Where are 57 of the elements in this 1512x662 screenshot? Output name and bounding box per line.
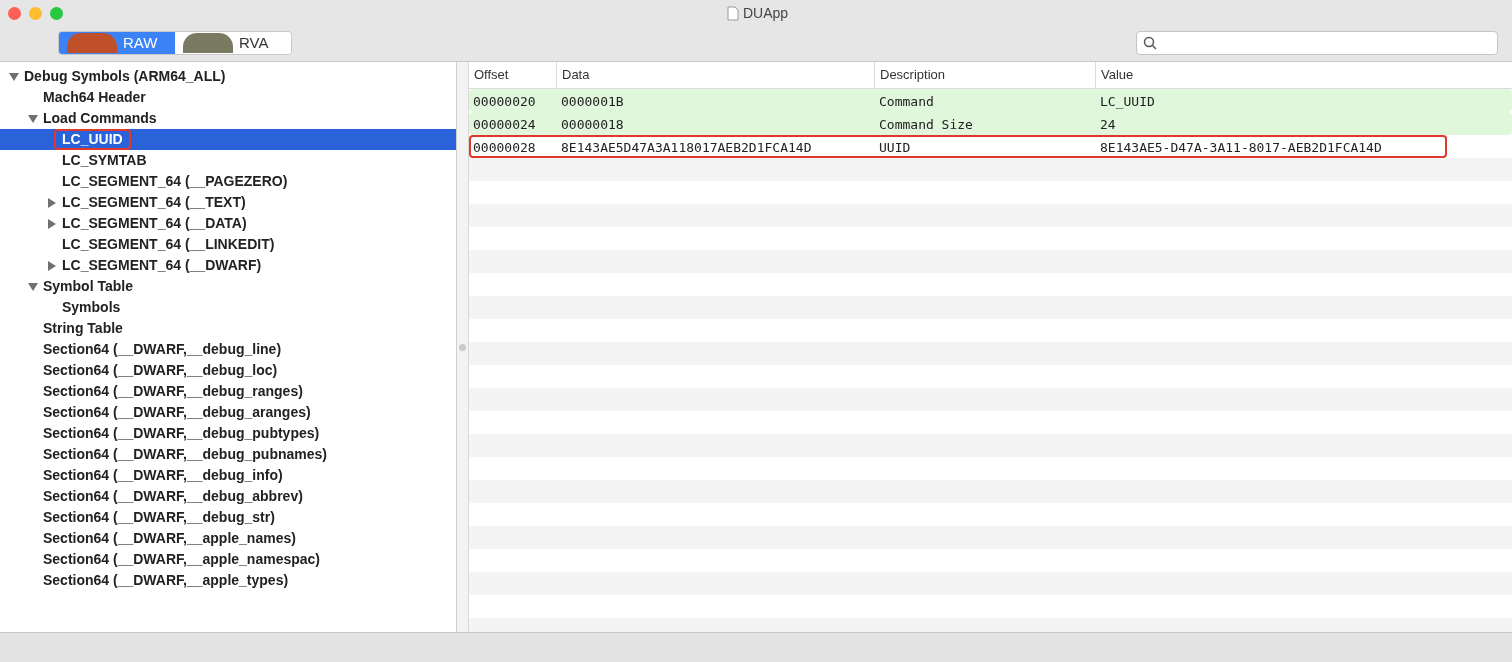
tree-item[interactable]: LC_SEGMENT_64 (__LINKEDIT) xyxy=(0,234,456,255)
tree-item[interactable]: Section64 (__DWARF,__debug_pubnames) xyxy=(0,444,456,465)
tree-item[interactable]: LC_SEGMENT_64 (__DATA) xyxy=(0,213,456,234)
disclosure-triangle-right-icon[interactable] xyxy=(47,218,57,229)
tree-item[interactable]: Symbols xyxy=(0,297,456,318)
tree-item[interactable]: LC_SEGMENT_64 (__DWARF) xyxy=(0,255,456,276)
mode-tab[interactable]: RVA xyxy=(175,32,291,54)
tree-item[interactable]: Section64 (__DWARF,__debug_loc) xyxy=(0,360,456,381)
tree-item[interactable]: Section64 (__DWARF,__debug_abbrev) xyxy=(0,486,456,507)
table-cell: 24 xyxy=(1100,116,1116,132)
table-row[interactable]: 00000028 8E143AE5D47A3A118017AEB2D1FCA14D UUID 8E143AE5-D47A-3A11-8017-AEB2D1FCA14D xyxy=(469,135,1447,158)
table-cell: UUID xyxy=(879,139,911,155)
search-field[interactable] xyxy=(1136,31,1498,55)
table-cell: 8E143AE5-D47A-3A11-8017-AEB2D1FCA14D xyxy=(1100,139,1382,155)
tree-item[interactable]: Debug Symbols (ARM64_ALL) xyxy=(0,66,456,87)
disclosure-triangle-down-icon[interactable] xyxy=(28,281,38,292)
disclosure-triangle-down-icon[interactable] xyxy=(9,71,19,82)
table-cell: 00000028 xyxy=(473,139,536,155)
table-cell: Command xyxy=(879,93,934,109)
tree-item[interactable]: LC_SEGMENT_64 (__TEXT) xyxy=(0,192,456,213)
tree-item[interactable]: Section64 (__DWARF,__debug_str) xyxy=(0,507,456,528)
tree-item[interactable]: Section64 (__DWARF,__apple_namespac) xyxy=(0,549,456,570)
tree-item[interactable]: Section64 (__DWARF,__apple_names) xyxy=(0,528,456,549)
table-cell: 0000001B xyxy=(561,93,624,109)
table-cell: LC_UUID xyxy=(1100,93,1155,109)
tree-item[interactable]: Section64 (__DWARF,__debug_line) xyxy=(0,339,456,360)
column-header[interactable]: Data xyxy=(557,62,875,88)
disclosure-triangle-down-icon[interactable] xyxy=(28,113,38,124)
window-title: DUApp xyxy=(742,3,789,23)
splitter-handle[interactable] xyxy=(459,343,466,351)
tree-item[interactable]: Section64 (__DWARF,__debug_pubtypes) xyxy=(0,423,456,444)
tree-item[interactable]: LC_UUID xyxy=(0,129,456,150)
document-icon xyxy=(726,5,739,21)
mode-tab[interactable]: RAW xyxy=(59,32,175,54)
table-cell: 00000018 xyxy=(561,116,624,132)
tree-item[interactable]: Section64 (__DWARF,__apple_types) xyxy=(0,570,456,591)
column-header[interactable]: Value xyxy=(1096,62,1512,88)
table-row[interactable]: 00000024 00000018 Command Size 24 xyxy=(469,112,1512,135)
column-header[interactable]: Description xyxy=(875,62,1096,88)
tree-item[interactable]: LC_SYMTAB xyxy=(0,150,456,171)
tree-item[interactable]: Mach64 Header xyxy=(0,87,456,108)
disclosure-triangle-right-icon[interactable] xyxy=(47,260,57,271)
tree-item[interactable]: Load Commands xyxy=(0,108,456,129)
tree-item[interactable]: Section64 (__DWARF,__debug_aranges) xyxy=(0,402,456,423)
tree-item[interactable]: Symbol Table xyxy=(0,276,456,297)
tree-item[interactable]: String Table xyxy=(0,318,456,339)
tree-item[interactable]: Section64 (__DWARF,__debug_ranges) xyxy=(0,381,456,402)
tree-item[interactable]: LC_SEGMENT_64 (__PAGEZERO) xyxy=(0,171,456,192)
table-cell: Command Size xyxy=(879,116,973,132)
tree-item[interactable]: Section64 (__DWARF,__debug_info) xyxy=(0,465,456,486)
column-header[interactable]: Offset xyxy=(469,62,557,88)
table-cell: 00000020 xyxy=(473,93,536,109)
table-cell: 00000024 xyxy=(473,116,536,132)
disclosure-triangle-right-icon[interactable] xyxy=(47,197,57,208)
table-row[interactable]: 00000020 0000001B Command LC_UUID xyxy=(469,89,1512,112)
search-icon xyxy=(1143,36,1157,50)
table-cell: 8E143AE5D47A3A118017AEB2D1FCA14D xyxy=(561,139,812,155)
